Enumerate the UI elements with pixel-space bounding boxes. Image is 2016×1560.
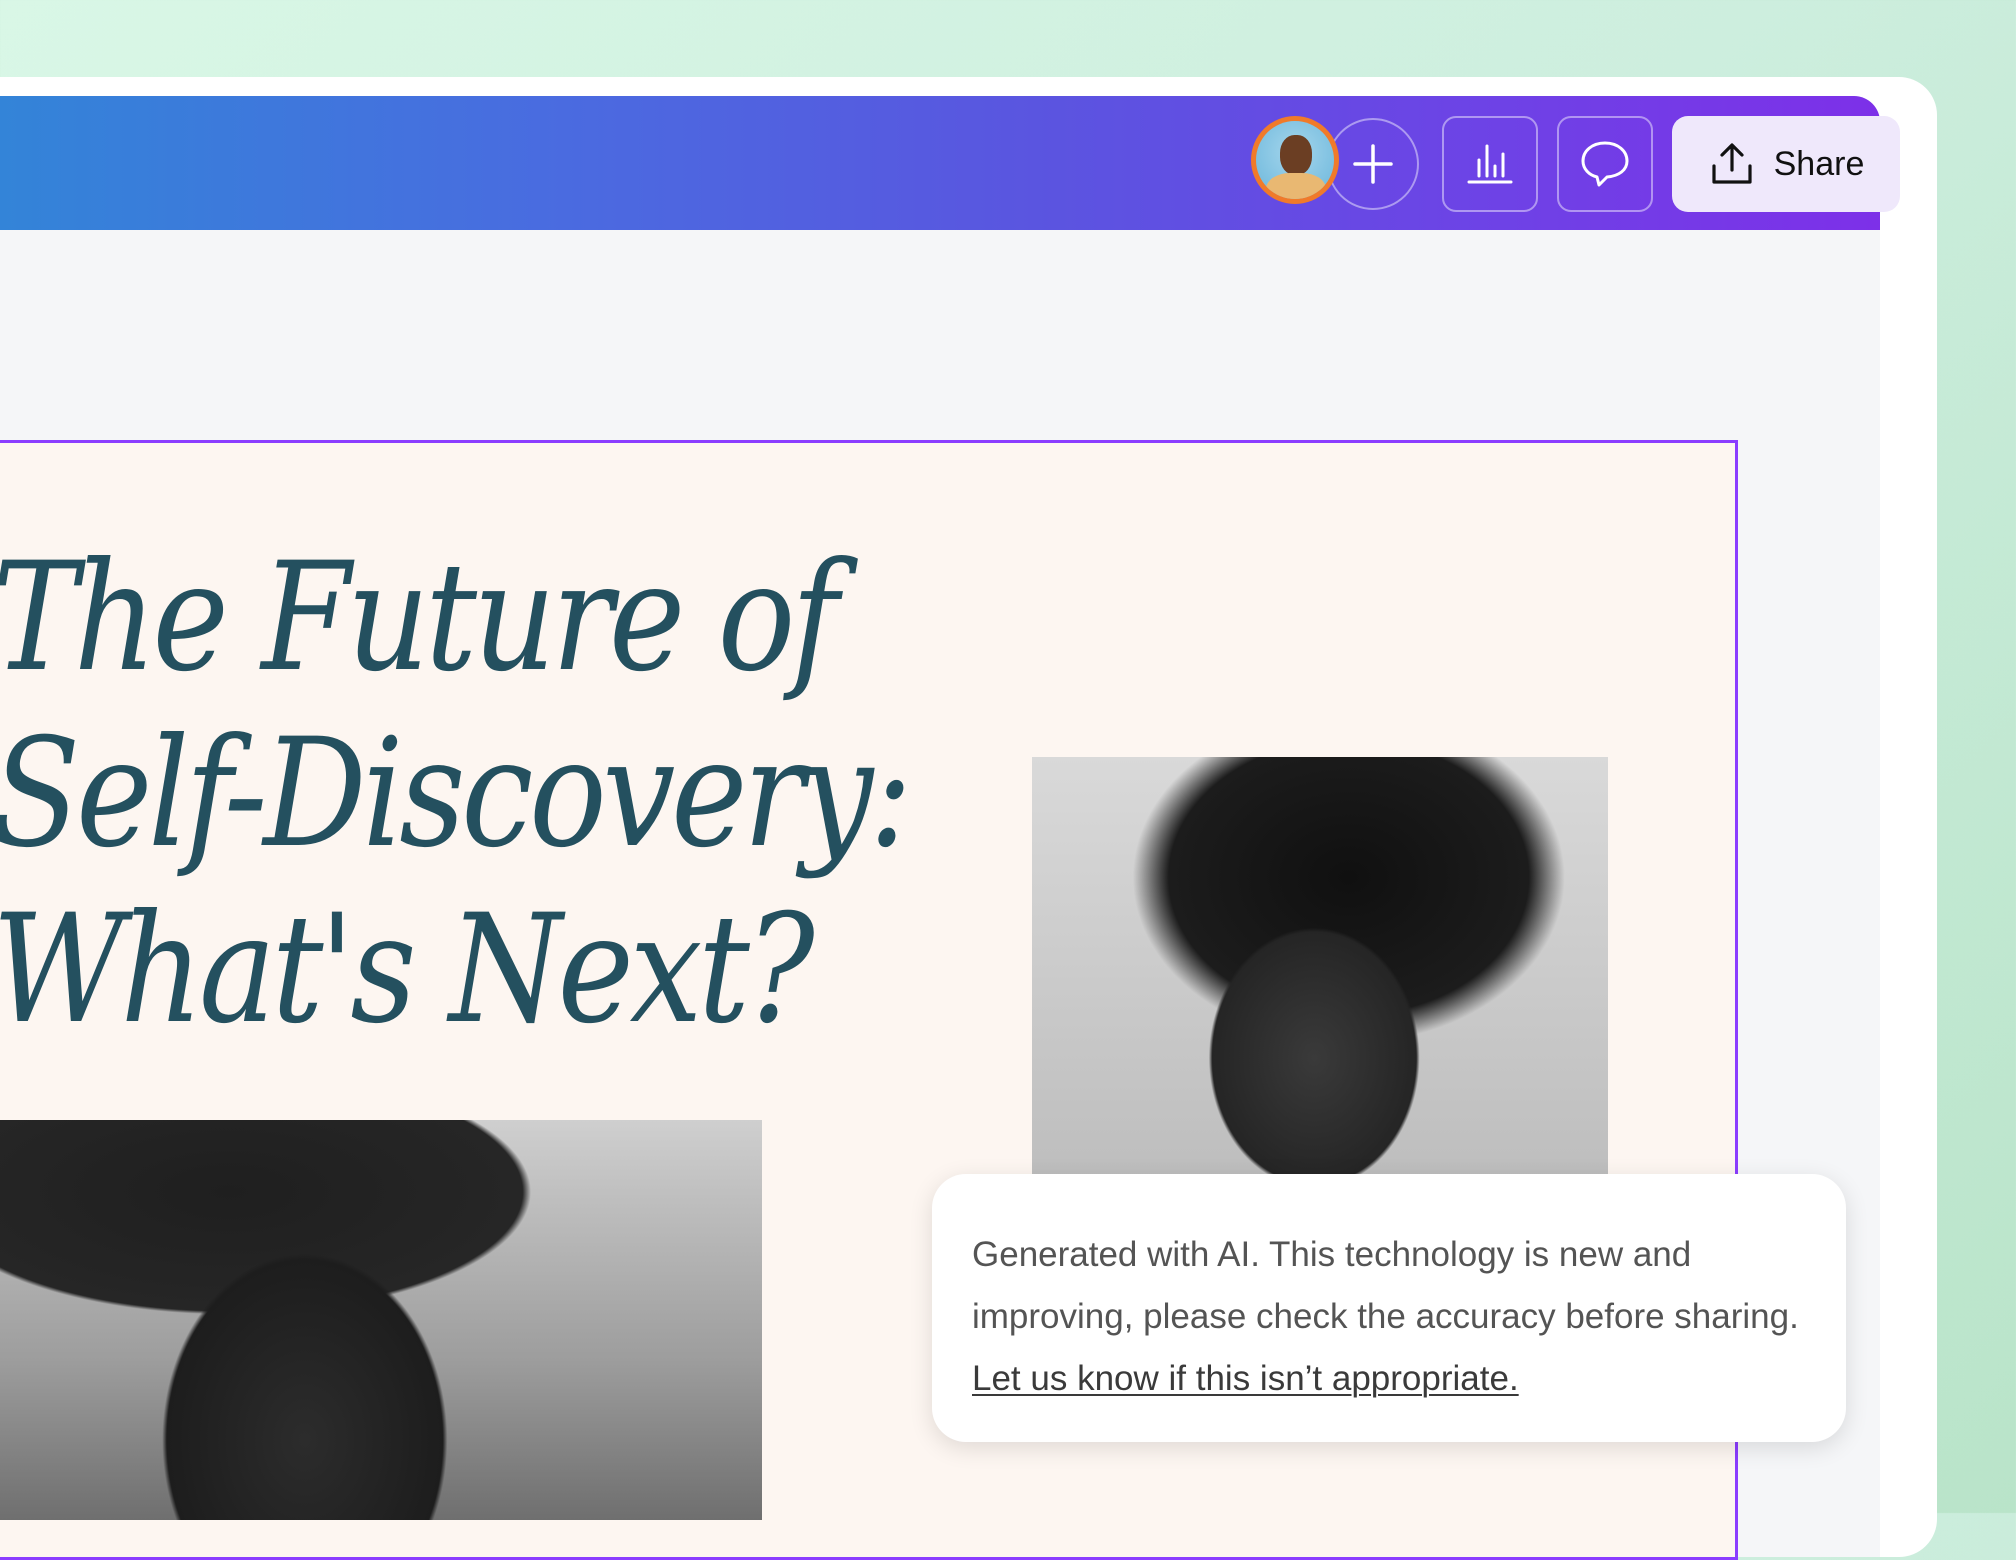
design-title[interactable]: The Future of Self-Discovery: What's Nex… [0, 530, 913, 1058]
ai-notice-text: Generated with AI. This technology is ne… [972, 1224, 1806, 1410]
plus-icon [1353, 144, 1393, 184]
add-collaborator-button[interactable] [1327, 118, 1419, 210]
avatar-photo [1256, 121, 1334, 199]
woman-portrait-photo[interactable] [1032, 757, 1608, 1187]
share-label: Share [1773, 144, 1865, 183]
comments-button[interactable] [1557, 116, 1653, 212]
collaborator-avatar[interactable] [1251, 116, 1339, 204]
share-button[interactable]: Share [1672, 116, 1900, 212]
ai-generated-notice: Generated with AI. This technology is ne… [932, 1174, 1846, 1442]
report-content-link[interactable]: Let us know if this isn’t appropriate. [972, 1359, 1519, 1398]
man-profile-photo[interactable] [0, 1120, 762, 1520]
speech-bubble-icon [1581, 141, 1629, 187]
bar-chart-icon [1467, 144, 1513, 184]
ai-notice-message: Generated with AI. This technology is ne… [972, 1235, 1799, 1336]
upload-icon [1712, 143, 1752, 184]
insights-button[interactable] [1442, 116, 1538, 212]
